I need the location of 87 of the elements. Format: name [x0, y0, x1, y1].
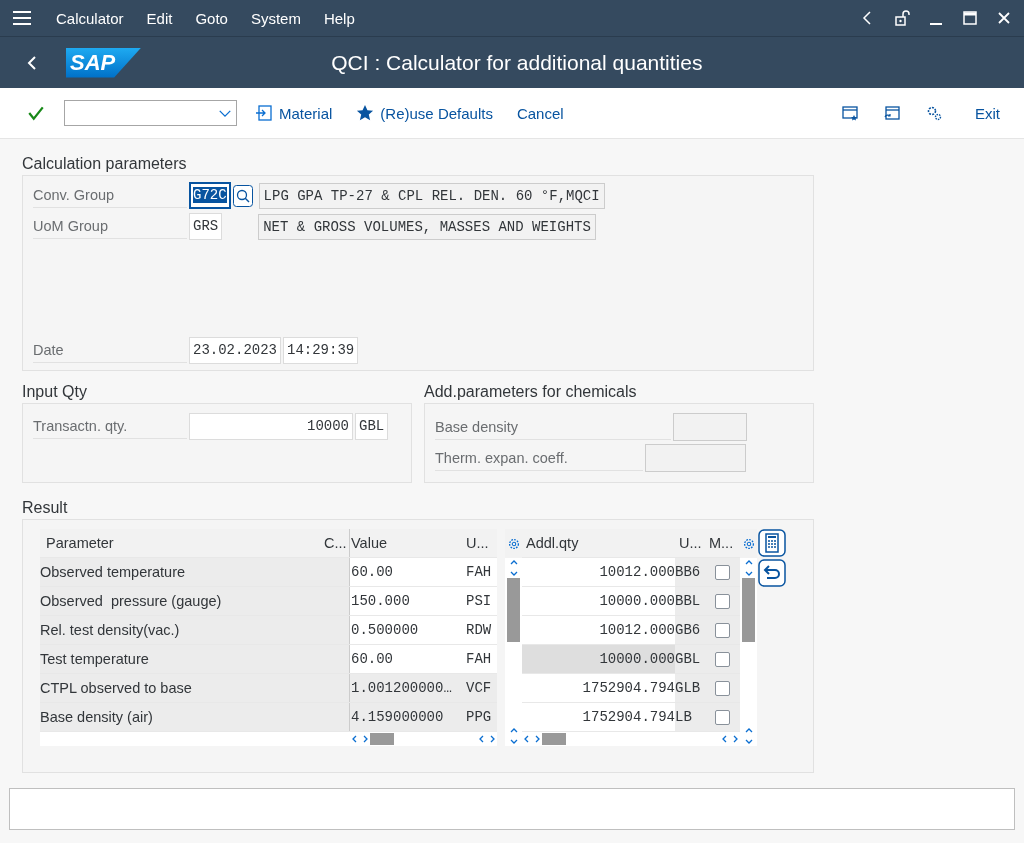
field-label: Transactn. qty.	[33, 414, 187, 439]
menu-icon[interactable]	[12, 10, 32, 26]
column-header[interactable]: C...	[318, 529, 350, 557]
table-cell: BBL	[675, 587, 705, 615]
table-cell: Base density (air)	[40, 703, 318, 731]
date-field[interactable]: 23.02.2023	[189, 337, 281, 364]
table-cell: Rel. test density(vac.)	[40, 616, 318, 644]
close-icon[interactable]	[996, 10, 1012, 26]
column-header[interactable]: Addl.qty	[522, 529, 675, 557]
screen-title: QCI : Calculator for additional quantities	[331, 50, 703, 75]
section-title: Calculation parameters	[22, 155, 188, 174]
checkbox[interactable]	[715, 680, 730, 696]
section-title: Result	[22, 499, 69, 518]
unit-field[interactable]: GBL	[355, 413, 389, 440]
checkbox[interactable]	[715, 709, 730, 725]
scrollbar-thumb[interactable]	[370, 733, 394, 745]
table-cell: VCF	[465, 674, 497, 702]
dropdown-icon[interactable]	[218, 108, 232, 118]
table-cell: Observed pressure (gauge)	[40, 587, 318, 615]
toolbar-button[interactable]: Cancel	[510, 100, 570, 126]
field-label: Therm. expan. coeff.	[435, 445, 643, 471]
column-header[interactable]: Parameter	[40, 529, 318, 557]
menu-item[interactable]: System	[250, 9, 301, 27]
scrollbar-thumb[interactable]	[742, 578, 755, 642]
checkmark-icon[interactable]	[27, 104, 45, 122]
settings-icon[interactable]	[741, 537, 756, 551]
table-cell: 4.159000000	[350, 703, 465, 731]
menu-item[interactable]: Help	[323, 9, 355, 27]
field-label: Conv. Group	[33, 183, 187, 208]
table-cell[interactable]: 10000.000	[522, 645, 675, 673]
field-label: Date	[33, 338, 187, 363]
window-refresh-icon[interactable]	[883, 104, 901, 122]
scroll-arrows-icon[interactable]	[477, 734, 497, 744]
checkbox[interactable]	[715, 651, 730, 667]
column-header[interactable]: U...	[465, 529, 497, 557]
table-cell: 1.001200000…	[350, 674, 465, 702]
table-cell: Test temperature	[40, 645, 318, 673]
menu-item[interactable]: Edit	[146, 9, 173, 27]
calculator-icon[interactable]	[758, 529, 786, 557]
maximize-icon[interactable]	[962, 10, 978, 26]
toolbar-button[interactable]: (Re)use Defaults	[350, 100, 499, 126]
table-cell: GLB	[675, 674, 705, 702]
menu-item[interactable]: Goto	[195, 9, 228, 27]
toolbar-button[interactable]: Material	[249, 100, 339, 126]
column-header[interactable]: Value	[350, 529, 465, 557]
conv-group-field[interactable]: G72C	[189, 182, 231, 209]
table-cell: BB6	[675, 558, 705, 586]
scroll-arrows-icon[interactable]	[522, 734, 542, 744]
table-cell: PPG	[465, 703, 497, 731]
table-cell: GBL	[675, 645, 705, 673]
exit-button[interactable]: Exit	[969, 100, 1006, 126]
quantity-field[interactable]: 10000	[189, 413, 353, 440]
unlocked-padlock-icon[interactable]	[894, 10, 910, 26]
star-icon	[356, 104, 375, 122]
scroll-up-down-icon[interactable]	[508, 558, 519, 578]
search-icon[interactable]	[232, 184, 253, 207]
table-cell: GB6	[675, 616, 705, 644]
column-header[interactable]: M...	[705, 529, 740, 557]
time-field[interactable]: 14:29:39	[283, 337, 359, 364]
settings-icon[interactable]	[925, 104, 943, 122]
undo-icon[interactable]	[758, 559, 786, 587]
scroll-up-down-icon[interactable]	[743, 558, 754, 578]
checkbox[interactable]	[715, 564, 730, 580]
table-cell: LB	[675, 703, 705, 731]
scrollbar-thumb[interactable]	[507, 578, 520, 642]
menu-item[interactable]: Calculator	[56, 9, 124, 27]
field-label: UoM Group	[33, 214, 187, 239]
settings-icon[interactable]	[506, 537, 521, 551]
table-cell: Observed temperature	[40, 558, 318, 586]
scroll-up-down-icon[interactable]	[743, 726, 754, 746]
description-field: NET & GROSS VOLUMES, MASSES AND WEIGHTS	[258, 213, 596, 240]
section-title: Input Qty	[22, 383, 88, 402]
checkbox[interactable]	[715, 593, 730, 609]
scrollbar-thumb[interactable]	[542, 733, 566, 745]
section-title: Add.parameters for chemicals	[424, 383, 638, 402]
scroll-arrows-icon[interactable]	[350, 734, 370, 744]
logo: SAP	[66, 47, 142, 78]
scroll-up-down-icon[interactable]	[508, 726, 519, 746]
table-cell: CTPL observed to base	[40, 674, 318, 702]
scroll-arrows-icon[interactable]	[720, 734, 740, 744]
command-field[interactable]	[64, 100, 237, 126]
import-icon	[255, 104, 273, 122]
description-field: LPG GPA TP-27 & CPL REL. DEN. 60 °F,MQCI	[258, 182, 605, 209]
uom-group-field[interactable]: GRS	[189, 213, 223, 240]
field-label: Base density	[435, 414, 671, 440]
checkbox[interactable]	[715, 622, 730, 638]
column-header[interactable]: U...	[675, 529, 705, 557]
